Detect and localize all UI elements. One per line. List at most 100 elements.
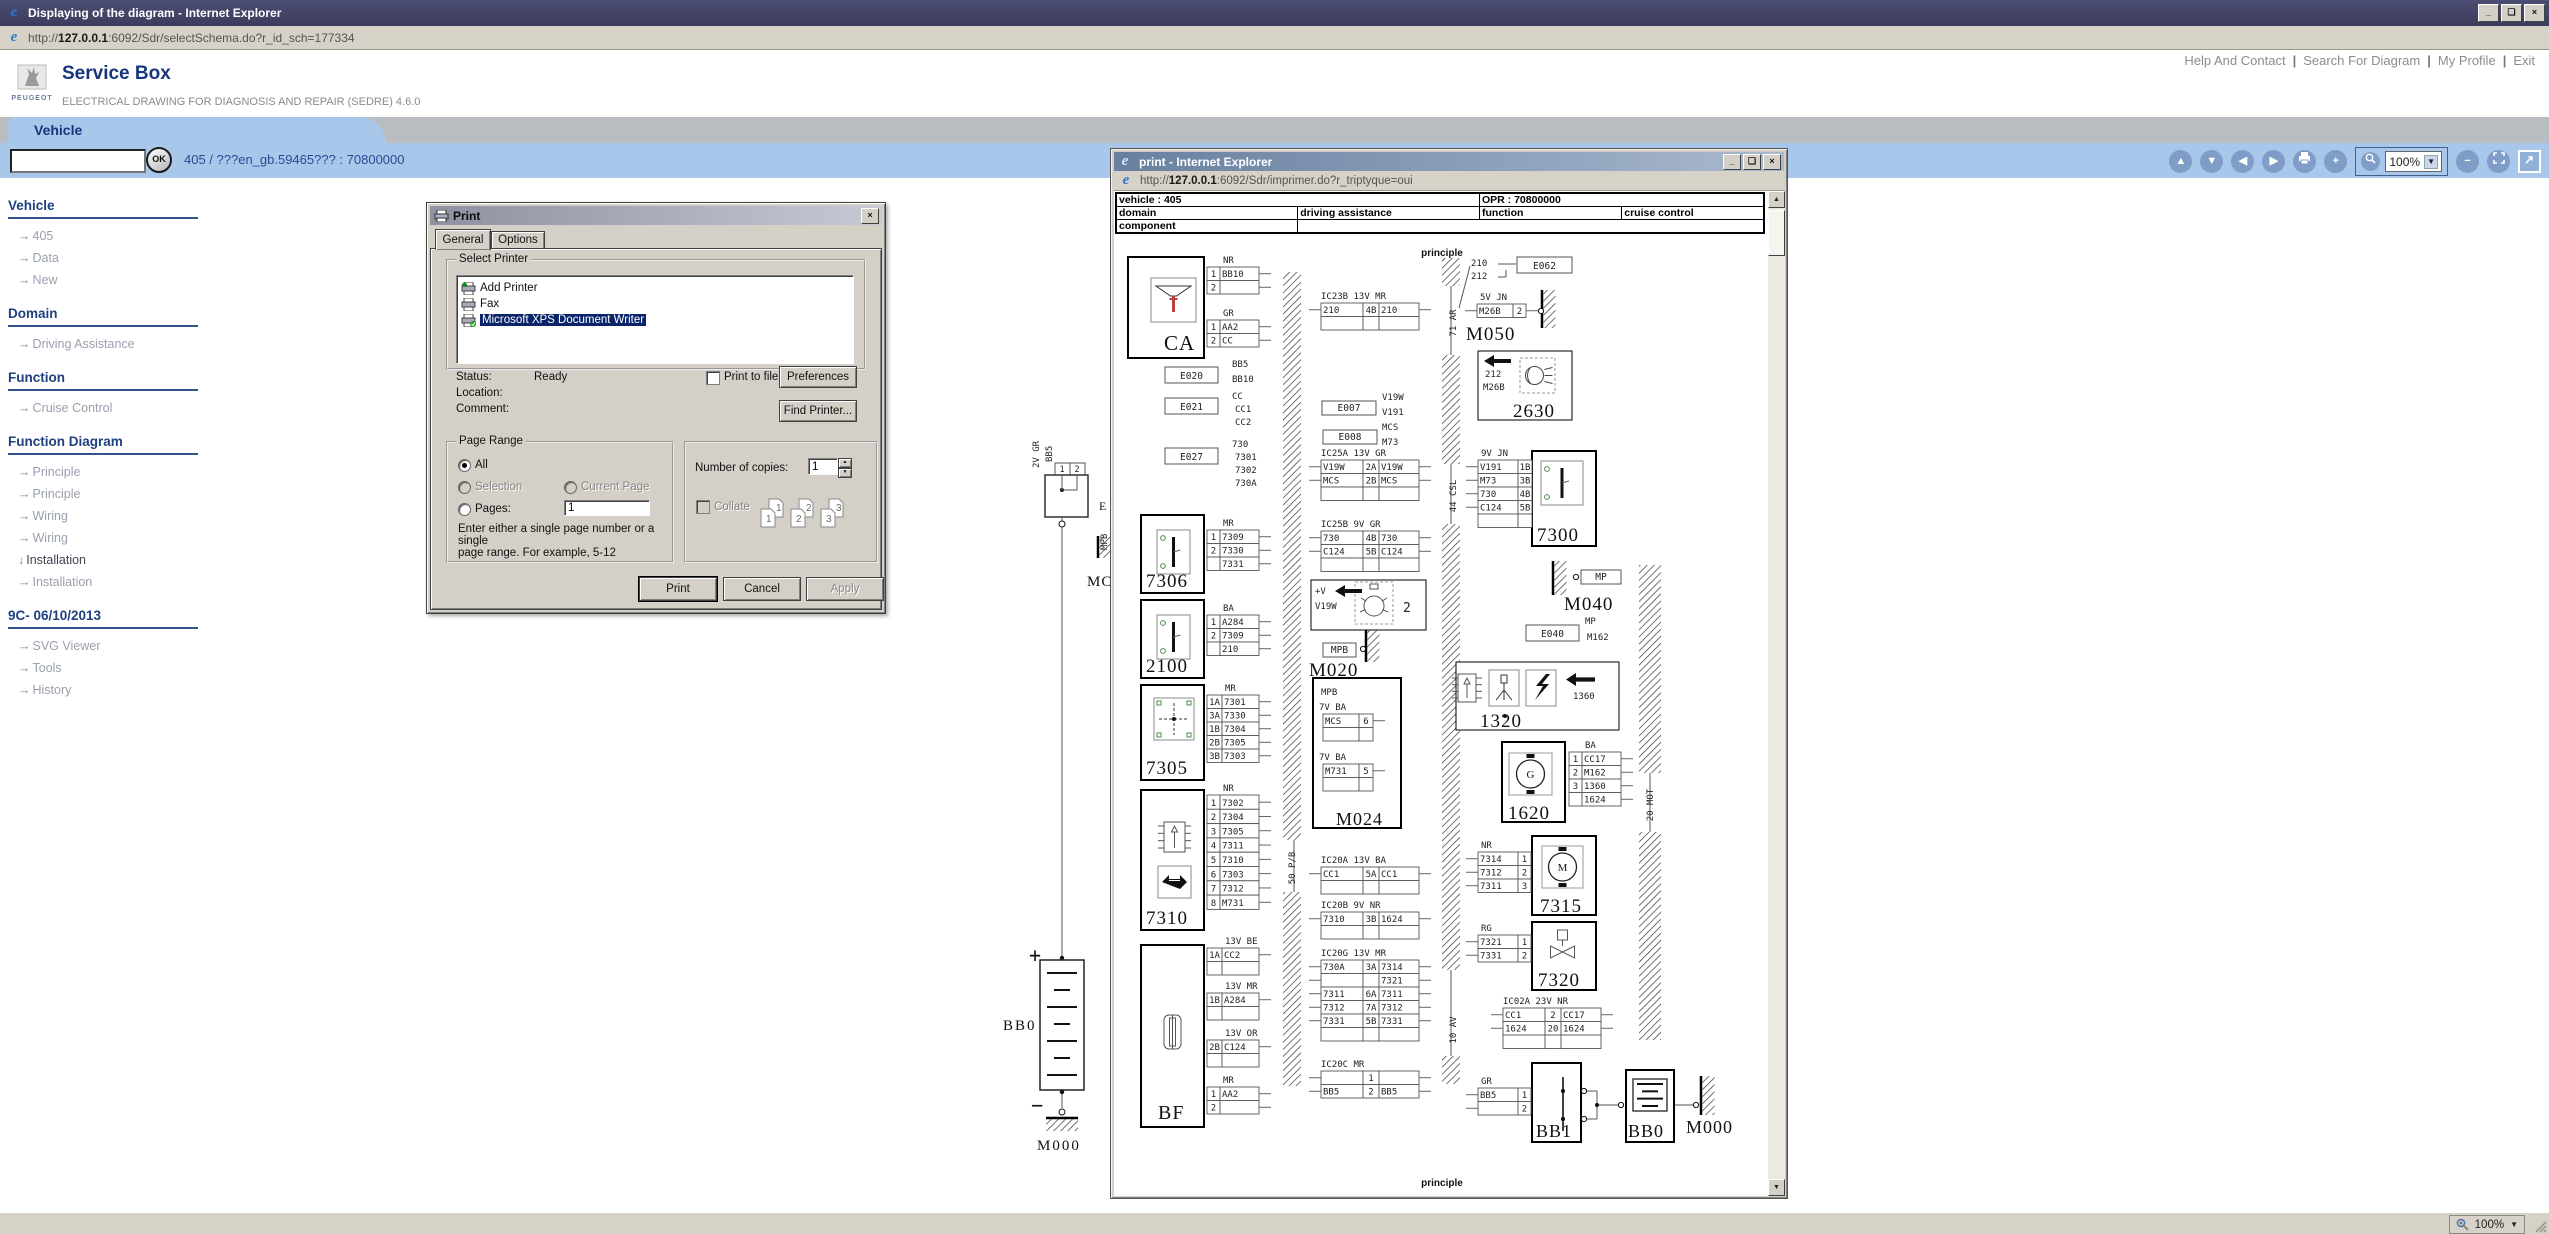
svg-text:210: 210 (1471, 259, 1487, 269)
arrow-icon: → (18, 273, 31, 287)
tab-vehicle[interactable]: Vehicle (8, 117, 386, 143)
top-link-help-and-contact[interactable]: Help And Contact (2184, 53, 2285, 68)
sidebar-item-driving-assistance[interactable]: →Driving Assistance (8, 333, 248, 355)
spin-down-icon[interactable]: ▼ (838, 468, 852, 478)
spin-up-icon[interactable]: ▲ (838, 458, 852, 468)
range-selection-radio[interactable] (458, 481, 471, 494)
close-icon[interactable]: × (861, 208, 879, 224)
svg-text:7300: 7300 (1537, 525, 1579, 546)
print-confirm-button[interactable]: Print (639, 577, 717, 601)
select-printer-label: Select Printer (456, 253, 531, 265)
sidebar-item-installation[interactable]: ↓Installation (8, 549, 248, 571)
svg-text:CC2: CC2 (1235, 418, 1251, 428)
svg-text:2: 2 (1403, 601, 1411, 616)
print-dialog-titlebar[interactable]: Print × (430, 206, 882, 225)
svg-text:MR: MR (1225, 684, 1236, 694)
arrow-icon: → (18, 531, 31, 545)
printer-item-microsoft-xps-document-writer[interactable]: Microsoft XPS Document Writer (457, 312, 853, 328)
copies-input[interactable] (808, 458, 838, 475)
sidebar-item-data[interactable]: →Data (8, 247, 248, 269)
tab-general[interactable]: General (435, 229, 491, 250)
scroll-down-arrow[interactable]: ▼ (1768, 1179, 1785, 1196)
print-window-address-bar[interactable]: e http://127.0.0.1:6092/Sdr/imprimer.do?… (1114, 171, 1784, 191)
sidebar-item-wiring[interactable]: →Wiring (8, 505, 248, 527)
scroll-up-button[interactable]: ▲ (2169, 150, 2192, 173)
top-link-my-profile[interactable]: My Profile (2438, 53, 2496, 68)
sidebar-item-svg-viewer[interactable]: →SVG Viewer (8, 635, 248, 657)
open-external-button[interactable] (2518, 150, 2541, 173)
zoom-level-select[interactable]: 100%▼ (2385, 151, 2442, 172)
svg-text:GR: GR (1223, 309, 1234, 319)
ok-button[interactable]: OK (146, 147, 172, 173)
svg-text:BB10: BB10 (1222, 270, 1244, 280)
svg-text:AA2: AA2 (1222, 323, 1238, 333)
svg-text:V191: V191 (1382, 408, 1404, 418)
zoom-out-button[interactable]: − (2456, 150, 2479, 173)
svg-text:C124: C124 (1224, 1043, 1246, 1053)
sidebar-item-new[interactable]: →New (8, 269, 248, 291)
svg-text:1624: 1624 (1563, 1025, 1585, 1035)
svg-text:1620: 1620 (1508, 803, 1550, 824)
print-to-file-checkbox[interactable] (706, 371, 720, 385)
top-link-exit[interactable]: Exit (2513, 53, 2535, 68)
preferences-button[interactable]: Preferences (779, 366, 857, 388)
sidebar-item-principle[interactable]: →Principle (8, 461, 248, 483)
scroll-left-button[interactable]: ◀ (2231, 150, 2254, 173)
scrollbar-thumb[interactable] (1768, 210, 1785, 256)
printer-item-add-printer[interactable]: Add Printer (457, 280, 853, 296)
sidebar-item-installation[interactable]: →Installation (8, 571, 248, 593)
zoom-in-button[interactable]: + (2324, 150, 2347, 173)
cancel-button[interactable]: Cancel (723, 577, 801, 601)
sidebar-item-wiring[interactable]: →Wiring (8, 527, 248, 549)
scroll-right-button[interactable]: ▶ (2262, 150, 2285, 173)
svg-text:AA2: AA2 (1222, 1090, 1238, 1100)
arrow-icon: → (18, 251, 31, 265)
vertical-scrollbar[interactable]: ▲ ▼ (1768, 191, 1785, 1196)
status-zoom-control[interactable]: 100% ▼ (2449, 1215, 2525, 1234)
sidebar-item-tools[interactable]: →Tools (8, 657, 248, 679)
main-url: http://127.0.0.1:6092/Sdr/selectSchema.d… (28, 31, 355, 45)
svg-text:NR: NR (1223, 784, 1234, 794)
svg-text:BA: BA (1585, 741, 1596, 751)
range-current-label: Current Page (581, 481, 649, 493)
find-printer-button[interactable]: Find Printer... (779, 400, 857, 422)
range-current-radio[interactable] (564, 481, 577, 494)
svg-text:MCS: MCS (1382, 423, 1398, 433)
fit-screen-button[interactable] (2487, 150, 2510, 173)
collate-checkbox[interactable] (696, 500, 710, 514)
close-button[interactable]: × (1763, 154, 1781, 170)
arrow-icon: → (18, 465, 31, 479)
minimize-button[interactable]: _ (2478, 4, 2499, 22)
print-to-file-label: Print to file (724, 371, 778, 383)
search-input[interactable] (10, 149, 146, 173)
svg-text:1: 1 (1211, 323, 1216, 333)
pages-input[interactable] (564, 500, 650, 516)
sidebar-item-history[interactable]: →History (8, 679, 248, 701)
main-address-bar[interactable]: e http://127.0.0.1:6092/Sdr/selectSchema… (0, 26, 2549, 50)
print-window-titlebar[interactable]: e print - Internet Explorer _ ❏ × (1114, 152, 1784, 171)
maximize-button[interactable]: ❏ (2501, 4, 2522, 22)
sidebar-item-principle[interactable]: →Principle (8, 483, 248, 505)
sidebar-item-cruise-control[interactable]: →Cruise Control (8, 397, 248, 419)
main-titlebar[interactable]: e Displaying of the diagram - Internet E… (0, 0, 2549, 26)
scroll-up-arrow[interactable]: ▲ (1768, 191, 1785, 208)
close-button[interactable]: × (2524, 4, 2545, 22)
svg-text:1: 1 (1211, 533, 1216, 543)
range-pages-radio[interactable] (458, 503, 471, 516)
svg-text:3: 3 (1211, 827, 1216, 837)
svg-text:E027: E027 (1180, 452, 1203, 463)
svg-text:7303: 7303 (1222, 870, 1244, 880)
range-all-radio[interactable] (458, 459, 471, 472)
sidebar-item-405[interactable]: →405 (8, 225, 248, 247)
maximize-button[interactable]: ❏ (1743, 154, 1761, 170)
minimize-button[interactable]: _ (1723, 154, 1741, 170)
svg-text:2: 2 (1522, 952, 1527, 962)
scroll-down-button[interactable]: ▼ (2200, 150, 2223, 173)
top-link-search-for-diagram[interactable]: Search For Diagram (2303, 53, 2420, 68)
apply-button[interactable]: Apply (806, 577, 884, 601)
printer-list[interactable]: Add PrinterFaxMicrosoft XPS Document Wri… (456, 275, 854, 364)
resize-grip[interactable] (2533, 1219, 2547, 1233)
copies-spinner[interactable]: ▲ ▼ (838, 458, 852, 475)
print-button[interactable] (2293, 150, 2316, 173)
printer-item-fax[interactable]: Fax (457, 296, 853, 312)
